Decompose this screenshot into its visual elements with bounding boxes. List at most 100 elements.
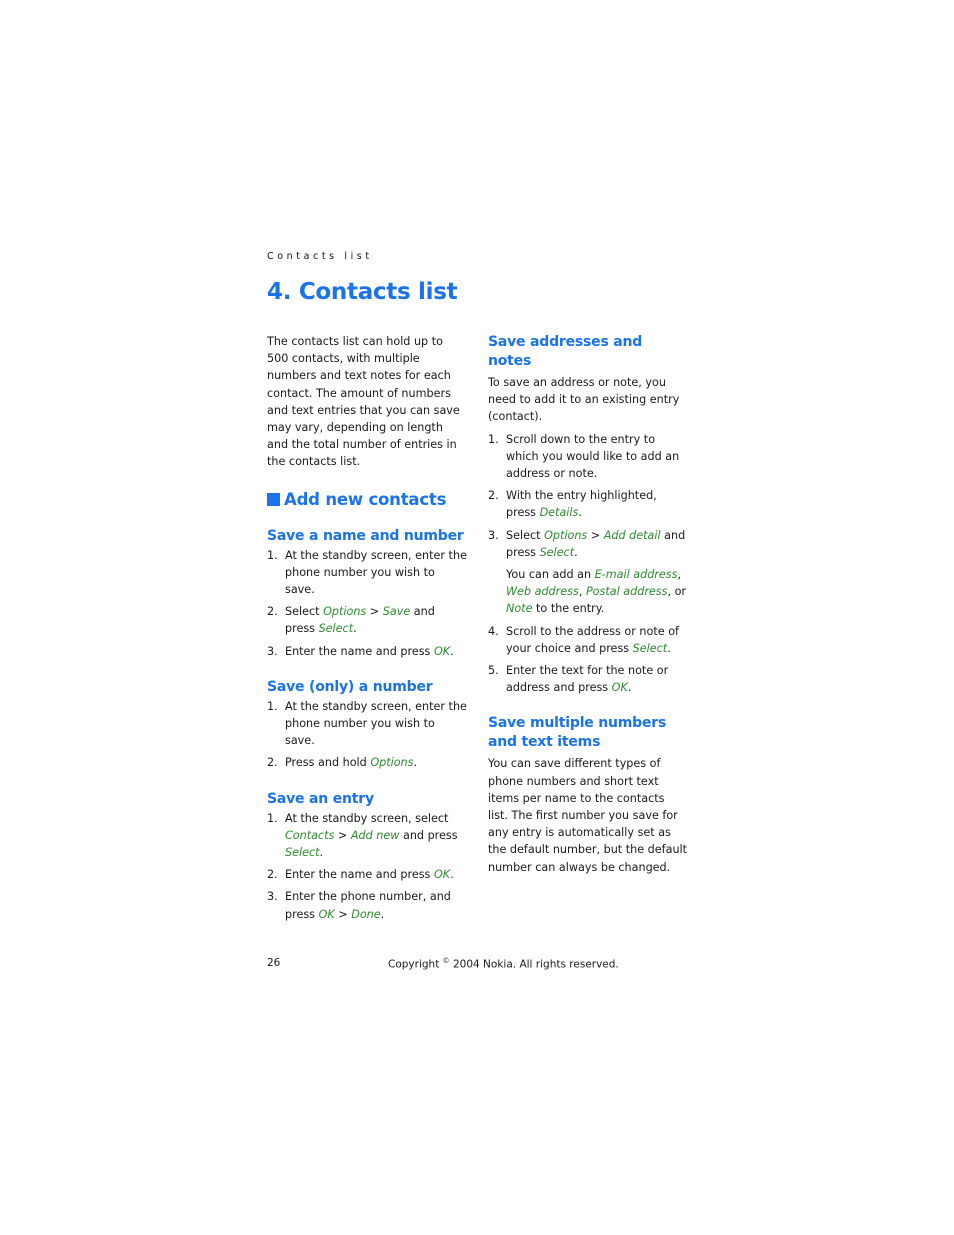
ui-term: Select	[318, 622, 354, 636]
step-number: 4.	[488, 624, 499, 638]
step-number: 3.	[267, 890, 278, 904]
step-text: .	[667, 641, 671, 655]
step-number: 1.	[488, 432, 499, 446]
list-item: 3. Enter the name and press OK.	[267, 643, 467, 660]
list-item: 1. At the standby screen, select Contacts…	[267, 810, 467, 862]
step-note: You can add an E-mail address, Web addre…	[488, 566, 688, 618]
step-number: 2.	[267, 756, 278, 770]
ui-term: Done	[351, 907, 381, 921]
ui-term: Add detail	[603, 528, 661, 542]
step-text: , or	[667, 585, 687, 599]
copyright: Copyright © 2004 Nokia. All rights reser…	[388, 957, 619, 971]
step-text: .	[450, 644, 454, 658]
list-item: 2. Press and hold Options.	[267, 754, 467, 771]
list-item: 5. Enter the text for the note or address…	[488, 662, 688, 696]
step-text: .	[578, 506, 582, 520]
list-item: 2. Select Options > Save and press Select…	[267, 603, 467, 637]
step-text: and press	[399, 828, 458, 842]
step-number: 2.	[488, 489, 499, 503]
step-text: At the standby screen, enter the phone n…	[285, 548, 467, 597]
step-number: 1.	[267, 811, 278, 825]
ui-term: Options	[323, 605, 367, 619]
copyright-text: 2004 Nokia. All rights reserved.	[453, 958, 619, 971]
ui-term: Select	[285, 846, 320, 860]
step-text: You can add an	[506, 568, 595, 582]
list-item: 4. Scroll to the address or note of your …	[488, 623, 688, 657]
step-text: Select	[506, 528, 545, 542]
list-item: 3. Select Options > Add detail and press …	[488, 527, 688, 561]
ui-term: Add new	[350, 828, 400, 842]
left-column: The contacts list can hold up to 500 con…	[267, 333, 467, 923]
steps-list: 1. At the standby screen, select Contacts…	[267, 810, 467, 923]
subheading-save-entry: Save an entry	[267, 790, 374, 807]
step-text: to the entry.	[532, 602, 605, 616]
chapter-title: 4. Contacts list	[267, 279, 458, 305]
ui-term: OK	[318, 907, 335, 921]
multiple-body: You can save different types of phone nu…	[488, 757, 688, 874]
step-text: >	[366, 605, 383, 619]
section-heading: Add new contacts	[267, 490, 467, 510]
step-text: ,	[578, 585, 586, 599]
ui-term: OK	[611, 681, 628, 695]
step-text: >	[334, 907, 352, 921]
step-text: .	[627, 681, 632, 695]
step-number: 3.	[267, 644, 278, 658]
subheading-save-multiple: Save multiple numbers and text items	[488, 715, 667, 751]
ui-term: Note	[506, 602, 533, 616]
step-text: .	[574, 545, 578, 559]
ui-term: Web address	[506, 585, 579, 599]
step-text: Enter the name and press	[285, 868, 434, 882]
ui-term: Options	[370, 756, 414, 770]
step-text: Enter the name and press	[285, 644, 434, 658]
ui-term: Select	[632, 641, 668, 655]
step-number: 5.	[488, 664, 499, 678]
square-bullet-icon	[267, 492, 280, 506]
step-text: .	[319, 846, 324, 860]
steps-list: 1. At the standby screen, enter the phone…	[267, 547, 467, 660]
ui-term: OK	[433, 644, 451, 658]
step-number: 2.	[267, 868, 278, 882]
ui-term: Postal address	[585, 585, 668, 599]
step-number: 3.	[488, 528, 499, 542]
steps-list: 1. At the standby screen, enter the phone…	[267, 698, 467, 772]
step-text: .	[380, 907, 385, 921]
intro-paragraph: The contacts list can hold up to 500 con…	[267, 335, 460, 469]
running-head: Contacts list	[267, 251, 373, 262]
ui-term: Contacts	[285, 828, 335, 842]
section-title: Add new contacts	[284, 489, 447, 509]
step-text: Press and hold	[285, 756, 371, 770]
ui-term: Options	[544, 528, 588, 542]
list-item: 3. Enter the phone number, and press OK >…	[267, 888, 467, 922]
step-number: 1.	[267, 699, 278, 713]
step-text: ,	[677, 568, 682, 582]
step-text: .	[353, 622, 357, 636]
list-item: 2. With the entry highlighted, press Deta…	[488, 487, 688, 521]
list-item: 1. At the standby screen, enter the phone…	[267, 547, 467, 599]
list-item: 2. Enter the name and press OK.	[267, 866, 467, 883]
step-text: .	[450, 868, 454, 882]
list-item: 1. At the standby screen, enter the phone…	[267, 698, 467, 750]
step-text: Scroll down to the entry to which you wo…	[506, 432, 680, 481]
subheading-save-only-number: Save (only) a number	[267, 678, 433, 695]
step-number: 1.	[267, 548, 278, 562]
step-text: At the standby screen, enter the phone n…	[285, 699, 467, 748]
page-number: 26	[267, 957, 281, 969]
step-number: 2.	[267, 605, 278, 619]
step-text: >	[334, 828, 351, 842]
ui-term: Save	[382, 605, 411, 619]
ui-term: Details	[539, 506, 579, 520]
step-text: >	[587, 528, 604, 542]
ui-term: Select	[539, 545, 575, 559]
copyright-symbol: ©	[442, 957, 450, 965]
ui-term: OK	[433, 868, 451, 882]
list-item: 1. Scroll down to the entry to which you …	[488, 431, 688, 483]
subheading-save-name-number: Save a name and number	[267, 527, 464, 544]
step-text: Enter the text for the note or address a…	[506, 664, 669, 695]
step-text: .	[413, 756, 418, 770]
addresses-intro: To save an address or note, you need to …	[488, 376, 680, 424]
step-text: At the standby screen, select	[285, 811, 449, 825]
copyright-label: Copyright	[388, 958, 440, 971]
steps-list: 1. Scroll down to the entry to which you …	[488, 431, 688, 697]
step-text: Select	[285, 605, 324, 619]
right-column: Save addresses and notes To save an addr…	[488, 333, 688, 876]
